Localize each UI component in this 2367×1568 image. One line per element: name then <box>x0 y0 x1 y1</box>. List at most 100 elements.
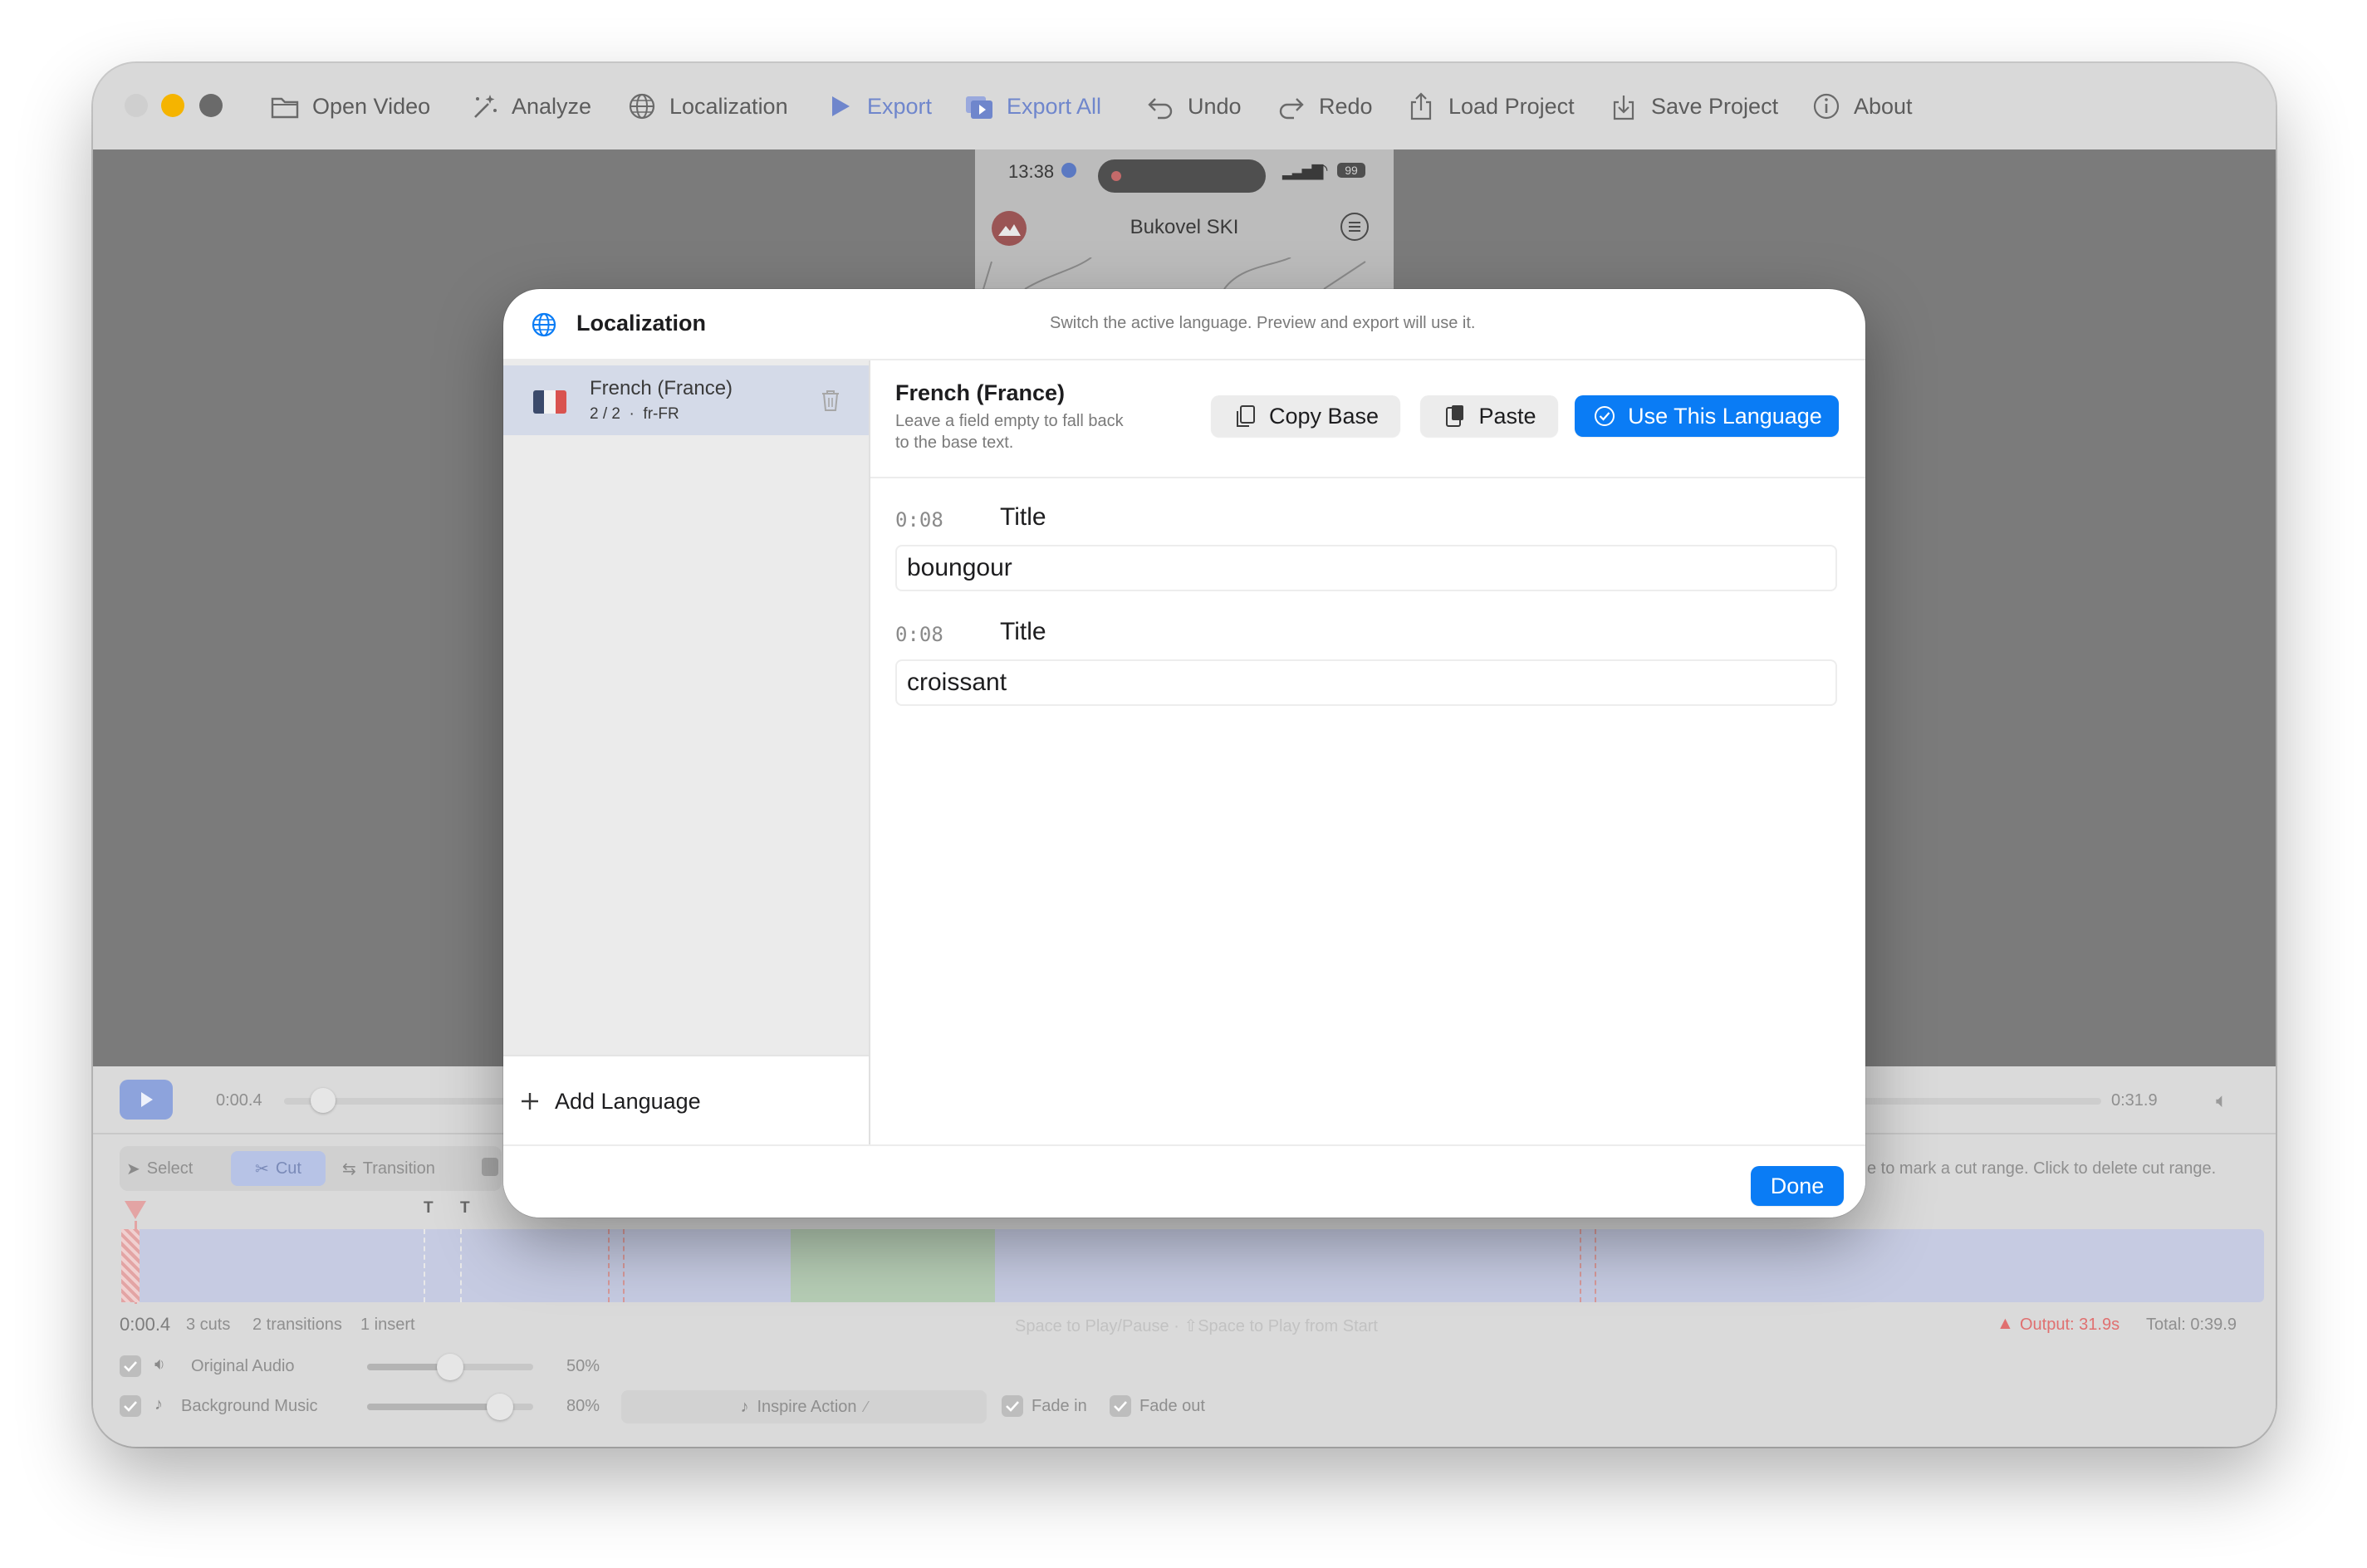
cut-marker[interactable] <box>608 1229 610 1302</box>
background-music-label: Background Music <box>181 1397 318 1415</box>
undo-button[interactable]: Undo <box>1144 83 1242 130</box>
export-all-button[interactable]: Export All <box>963 83 1101 130</box>
original-audio-label: Original Audio <box>191 1357 295 1375</box>
play-button[interactable] <box>120 1080 173 1120</box>
text-marker[interactable]: T <box>424 1199 434 1218</box>
done-button[interactable]: Done <box>1751 1166 1844 1206</box>
original-volume-knob[interactable] <box>437 1354 463 1380</box>
playhead-icon[interactable] <box>123 1199 148 1221</box>
redo-arrow-icon <box>1276 91 1307 122</box>
zoom-window-button[interactable] <box>199 94 223 117</box>
music-note-icon: ♪ <box>154 1395 163 1414</box>
redo-label: Redo <box>1319 93 1373 119</box>
cut-tool[interactable]: ✂ Cut <box>231 1151 326 1186</box>
minimize-window-button[interactable] <box>161 94 184 117</box>
entry-label: Title <box>1000 503 1046 531</box>
entry-label: Title <box>1000 618 1046 645</box>
detail-hint: to the base text. <box>895 434 1014 452</box>
add-language-button[interactable]: Add Language <box>518 1085 701 1118</box>
background-music-checkbox[interactable] <box>120 1395 141 1417</box>
export-label: Export <box>867 93 933 119</box>
divider <box>870 477 1865 478</box>
location-icon <box>1061 163 1076 178</box>
paste-button[interactable]: Paste <box>1420 395 1558 437</box>
copy-base-button[interactable]: Copy Base <box>1211 395 1400 437</box>
entry-timestamp: 0:08 <box>895 508 943 532</box>
load-project-button[interactable]: Load Project <box>1405 83 1575 130</box>
localization-label: Localization <box>669 93 788 119</box>
music-track-picker[interactable]: ♪ Inspire Action ⁄ <box>621 1390 987 1423</box>
original-volume-value: 50% <box>566 1357 600 1375</box>
analyze-button[interactable]: Analyze <box>468 83 591 130</box>
language-meta: 2 / 2 · fr-FR <box>590 405 679 423</box>
status-time: 0:00.4 <box>120 1314 171 1335</box>
original-audio-checkbox[interactable] <box>120 1355 141 1377</box>
translation-field[interactable]: croissant <box>895 659 1837 706</box>
cut-marker[interactable] <box>1595 1229 1596 1302</box>
battery-indicator: 99 <box>1337 163 1365 178</box>
music-note-icon: ♪ <box>740 1397 749 1416</box>
transition-marker[interactable] <box>460 1229 462 1302</box>
paste-document-icon <box>1442 403 1468 429</box>
insert-clip[interactable] <box>791 1229 995 1302</box>
translation-field[interactable]: boungour <box>895 545 1837 591</box>
stacked-video-icon <box>963 91 995 122</box>
dialog-footer: Done <box>503 1144 1865 1218</box>
dialog-title: Localization <box>576 311 707 336</box>
warning-icon: ▲ <box>1997 1314 2014 1333</box>
redo-button[interactable]: Redo <box>1276 83 1373 130</box>
tool-hint-text: e to mark a cut range. Click to delete c… <box>1867 1159 2217 1178</box>
language-list: French (France) 2 / 2 · fr-FR Add Langua… <box>503 360 870 1146</box>
plus-icon <box>518 1090 542 1113</box>
add-language-area: Add Language <box>503 1055 869 1146</box>
fade-out-checkbox[interactable] <box>1110 1395 1131 1417</box>
total-duration: Total: 0:39.9 <box>2146 1316 2237 1334</box>
cut-marker[interactable] <box>1580 1229 1581 1302</box>
use-this-language-button[interactable]: Use This Language <box>1575 395 1839 437</box>
output-duration: Output: 31.9s <box>2020 1316 2120 1334</box>
close-window-button[interactable] <box>125 94 148 117</box>
save-project-button[interactable]: Save Project <box>1608 83 1778 130</box>
cut-range[interactable] <box>121 1229 140 1302</box>
shortcut-hint: Space to Play/Pause · ⇧Space to Play fro… <box>1015 1317 1378 1335</box>
save-project-label: Save Project <box>1651 93 1779 119</box>
map-preview <box>983 257 1366 289</box>
scrubber-knob[interactable] <box>311 1088 336 1113</box>
add-language-label: Add Language <box>555 1088 701 1114</box>
load-project-label: Load Project <box>1448 93 1575 119</box>
lock-icon[interactable] <box>482 1158 498 1176</box>
about-button[interactable]: About <box>1811 83 1913 130</box>
localization-dialog: Localization Switch the active language.… <box>503 289 1865 1218</box>
france-flag-icon <box>533 390 566 414</box>
cut-tool-label: Cut <box>275 1159 301 1178</box>
localization-button[interactable]: Localization <box>626 83 788 130</box>
music-volume-knob[interactable] <box>487 1394 513 1420</box>
timeline-track[interactable] <box>121 1229 2264 1302</box>
select-tool-label: Select <box>146 1159 194 1178</box>
app-title: Bukovel SKI <box>1130 216 1239 238</box>
transition-tool[interactable]: ⇆ Transition <box>342 1153 435 1184</box>
recording-dot-icon <box>1111 171 1121 181</box>
dynamic-island <box>1098 159 1266 193</box>
globe-icon <box>626 91 658 122</box>
cut-marker[interactable] <box>623 1229 625 1302</box>
undo-label: Undo <box>1188 93 1242 119</box>
copy-base-label: Copy Base <box>1268 403 1380 429</box>
trash-icon[interactable] <box>817 387 844 414</box>
menu-icon[interactable] <box>1340 213 1369 241</box>
toolbar: Open Video Analyze Localization Export E… <box>93 63 2276 151</box>
share-upload-icon <box>1405 91 1437 122</box>
text-marker[interactable]: T <box>460 1199 470 1218</box>
open-video-button[interactable]: Open Video <box>269 83 430 130</box>
analyze-label: Analyze <box>512 93 592 119</box>
fade-in-checkbox[interactable] <box>1002 1395 1023 1417</box>
volume-icon[interactable]: 🔈︎ <box>2216 1090 2227 1113</box>
open-video-label: Open Video <box>312 93 431 119</box>
entry-timestamp: 0:08 <box>895 623 943 646</box>
dialog-subtitle: Switch the active language. Preview and … <box>1050 314 1476 332</box>
download-tray-icon <box>1608 91 1639 122</box>
language-item-fr-fr[interactable]: French (France) 2 / 2 · fr-FR <box>503 365 869 435</box>
transition-marker[interactable] <box>424 1229 425 1302</box>
export-button[interactable]: Export <box>824 83 932 130</box>
select-tool[interactable]: ➤ Select <box>126 1153 193 1184</box>
